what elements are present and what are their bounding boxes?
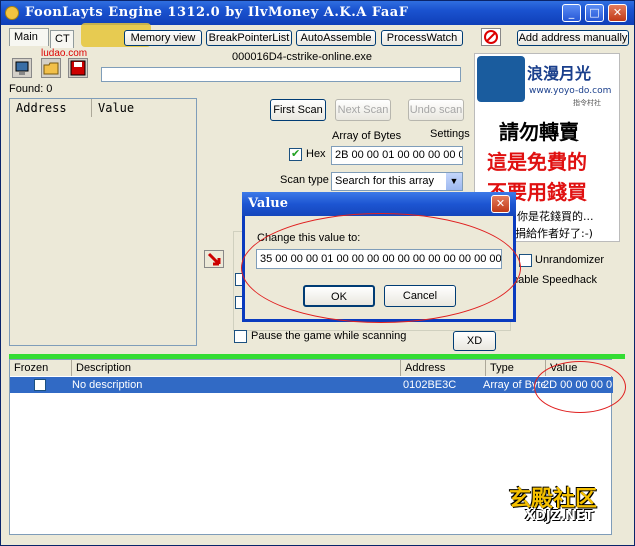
banner-line4: 你是花錢買的...	[517, 210, 594, 223]
unrandomizer-checkbox[interactable]	[519, 254, 532, 267]
next-scan-button[interactable]: Next Scan	[335, 99, 391, 121]
progress-bar	[101, 67, 461, 82]
col-address[interactable]: Address	[401, 360, 486, 376]
autoassemble-button[interactable]: AutoAssemble	[296, 30, 376, 46]
maximize-button[interactable]: □	[585, 4, 604, 22]
scan-value-input[interactable]: 2B 00 00 01 00 00 00 00 00	[331, 146, 463, 165]
scan-type-label: Scan type	[280, 174, 329, 186]
red-arrow-icon	[207, 252, 221, 266]
main-window: FoonLayts Engine 1312.0 by IlvMoney A.K.…	[0, 0, 635, 546]
banner-line1: 請勿轉賣	[499, 120, 579, 144]
process-name: 000016D4-cstrike-online.exe	[232, 51, 373, 63]
window-title: FoonLayts Engine 1312.0 by IlvMoney A.K.…	[25, 5, 409, 20]
tab-ct[interactable]: CT	[50, 30, 74, 48]
annotation-ellipse-value	[534, 361, 626, 413]
moon-logo-icon	[477, 56, 525, 102]
col-description[interactable]: Description	[72, 360, 401, 376]
hex-checkbox[interactable]	[289, 147, 302, 161]
results-list[interactable]: Address Value	[9, 98, 197, 346]
dialog-close-button[interactable]: ✕	[491, 195, 510, 213]
floppy-disk-icon	[70, 60, 86, 76]
table-row[interactable]: No description 0102BE3C Array of Byte 2D…	[10, 377, 613, 393]
no-entry-icon	[484, 30, 498, 44]
col-frozen[interactable]: Frozen	[10, 360, 72, 376]
scan-type-select[interactable]: Search for this array ▼	[331, 172, 463, 191]
scan-type-value: Search for this array	[335, 175, 435, 187]
banner-line5: 捐給作者好了:-)	[515, 227, 593, 240]
add-to-list-button[interactable]	[204, 250, 224, 268]
save-button[interactable]	[68, 58, 88, 78]
col-type[interactable]: Type	[486, 360, 546, 376]
banner-brand: 浪漫月光	[527, 64, 592, 83]
chevron-down-icon[interactable]: ▼	[446, 173, 462, 190]
tab-main[interactable]: Main	[9, 28, 49, 46]
app-smiley-icon	[5, 6, 19, 20]
banner-url: www.yoyo-do.com	[529, 86, 612, 96]
first-scan-button[interactable]: First Scan	[270, 99, 326, 121]
pause-game-label: Pause the game while scanning	[251, 330, 407, 342]
processwatch-button[interactable]: ProcessWatch	[381, 30, 463, 46]
frozen-checkbox[interactable]	[34, 379, 46, 391]
value-type-label: Array of Bytes	[332, 130, 402, 142]
unrandomizer-label: Unrandomizer	[535, 254, 605, 266]
close-button[interactable]: ✕	[608, 4, 627, 22]
watermark-url: XDJZ.NET	[525, 509, 594, 524]
results-col-address[interactable]: Address	[10, 99, 92, 117]
settings-label[interactable]: Settings	[430, 128, 470, 140]
banner-line2: 這是免費的	[487, 150, 587, 174]
memory-view-button[interactable]: Memory view	[124, 30, 202, 46]
minimize-button[interactable]: _	[562, 4, 581, 22]
results-col-value[interactable]: Value	[92, 99, 196, 117]
close-icon: ✕	[495, 197, 506, 210]
speedhack-label: nable Speedhack	[512, 274, 598, 286]
computer-icon	[15, 61, 29, 75]
row-description: No description	[72, 379, 143, 391]
xd-button[interactable]: XD	[453, 331, 496, 351]
breakpointerlist-button[interactable]: BreakPointerList	[206, 30, 292, 46]
open-file-button[interactable]	[41, 58, 61, 78]
title-bar[interactable]: FoonLayts Engine 1312.0 by IlvMoney A.K.…	[1, 1, 634, 25]
folder-icon	[43, 62, 59, 75]
stop-button[interactable]	[481, 28, 501, 46]
pause-game-checkbox[interactable]	[234, 330, 247, 343]
found-count: Found: 0	[9, 83, 53, 95]
hex-label: Hex	[306, 148, 326, 160]
open-process-button[interactable]	[12, 58, 32, 78]
undo-scan-button[interactable]: Undo scan	[408, 99, 464, 121]
banner-sub: 指令村社	[573, 99, 601, 107]
row-address: 0102BE3C	[403, 379, 457, 391]
annotation-ellipse-dialog	[241, 213, 521, 323]
add-address-manually-button[interactable]: Add address manually	[517, 30, 629, 46]
watermark-text: ludao.com	[41, 48, 88, 59]
dialog-title: Value	[248, 196, 288, 211]
